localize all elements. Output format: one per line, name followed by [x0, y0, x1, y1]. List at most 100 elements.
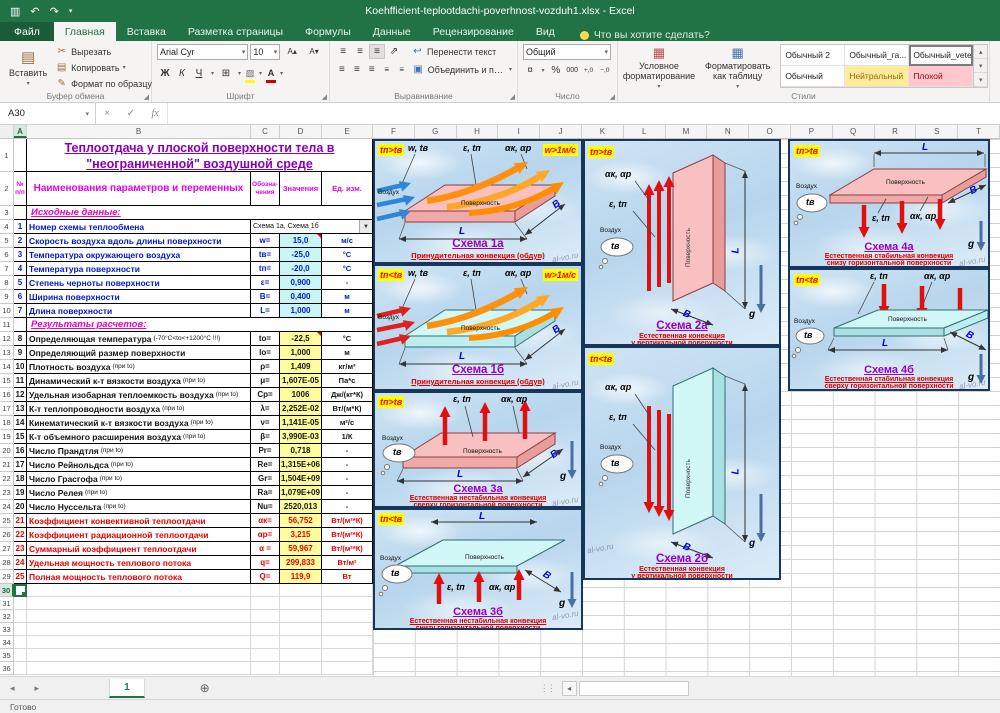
paste-button[interactable]: ▤ Вставить ▾ — [5, 44, 51, 91]
param-symbol-cell[interactable]: lо= — [251, 346, 280, 360]
underline-caret-icon[interactable]: ▾ — [208, 66, 217, 81]
cell[interactable] — [14, 597, 27, 610]
cell[interactable] — [27, 636, 251, 649]
param-value-cell[interactable]: 1,141E-05 — [280, 416, 322, 430]
param-value-cell[interactable]: -20,0 — [280, 262, 322, 276]
number-format-select[interactable]: Общий▾ — [523, 44, 611, 60]
param-unit-cell[interactable]: - — [322, 276, 373, 290]
cell-style-item[interactable]: Нейтральный — [845, 66, 909, 87]
param-unit-cell[interactable]: м — [322, 304, 373, 318]
param-symbol-cell[interactable]: αр= — [251, 528, 280, 542]
param-value-cell[interactable]: 3,215 — [280, 528, 322, 542]
param-value-cell[interactable]: 3,990E-03 — [280, 430, 322, 444]
param-value-cell[interactable]: 56,752 — [280, 514, 322, 528]
param-name-cell[interactable]: Число Релея(при tо) — [27, 486, 251, 500]
param-value-cell[interactable]: 119,9 — [280, 570, 322, 584]
borders-button[interactable]: ⊞ — [218, 66, 234, 81]
cell[interactable] — [322, 610, 373, 623]
param-symbol-cell[interactable]: ν= — [251, 416, 280, 430]
align-bottom-icon[interactable]: ≡ — [369, 44, 385, 59]
cell-style-item[interactable]: Обычный 2 — [781, 45, 845, 66]
cell[interactable] — [280, 636, 322, 649]
param-name-cell[interactable]: Ширина поверхности — [27, 290, 251, 304]
param-name-cell[interactable]: К-т объемного расширения воздуха(при tо) — [27, 430, 251, 444]
ribbon-tab[interactable]: Файл — [0, 22, 54, 41]
cell[interactable] — [14, 610, 27, 623]
param-symbol-cell[interactable]: q= — [251, 556, 280, 570]
font-dialog-launcher-icon[interactable]: ◢ — [322, 93, 327, 101]
param-name-cell[interactable]: К-т теплопроводности воздуха(при tо) — [27, 402, 251, 416]
param-unit-cell[interactable]: Вт/(м²*К) — [322, 542, 373, 556]
row-header[interactable]: 24 — [0, 500, 14, 514]
row-header[interactable]: 15 — [0, 374, 14, 388]
section-label[interactable]: Исходные данные: — [27, 206, 373, 220]
row-header[interactable]: 35 — [0, 649, 14, 662]
param-unit-cell[interactable]: 1/К — [322, 430, 373, 444]
param-value-cell[interactable]: 2520,013 — [280, 500, 322, 514]
align-top-icon[interactable]: ≡ — [335, 44, 351, 59]
param-value-cell[interactable]: 0,718 — [280, 444, 322, 458]
param-symbol-cell[interactable]: Pr= — [251, 444, 280, 458]
sheet-tab[interactable]: 1 — [109, 679, 145, 698]
row-header[interactable]: 16 — [0, 388, 14, 402]
param-name-cell[interactable]: Число Грасгофа(при tо) — [27, 472, 251, 486]
row-header[interactable]: 17 — [0, 402, 14, 416]
column-header[interactable]: S — [916, 125, 958, 138]
param-number-cell[interactable]: 8 — [14, 332, 27, 346]
param-name-cell[interactable]: Суммарный коэффициент теплоотдачи — [27, 542, 251, 556]
cell[interactable] — [251, 597, 280, 610]
row-header[interactable]: 31 — [0, 597, 14, 610]
param-unit-cell[interactable]: - — [322, 486, 373, 500]
select-all-corner[interactable] — [0, 125, 14, 138]
column-header[interactable]: G — [415, 125, 457, 138]
param-value-cell[interactable]: -25,0 — [280, 248, 322, 262]
cell[interactable] — [251, 662, 280, 675]
header-cell[interactable]: Обозна- чения — [251, 172, 280, 206]
param-number-cell[interactable]: 10 — [14, 360, 27, 374]
column-header[interactable]: O — [749, 125, 791, 138]
cell[interactable] — [322, 662, 373, 675]
cell[interactable] — [27, 610, 251, 623]
cell[interactable] — [322, 584, 373, 597]
param-number-cell[interactable]: 7 — [14, 304, 27, 318]
ribbon-tab[interactable]: Вид — [525, 22, 566, 41]
shrink-font-button[interactable]: А▾ — [304, 44, 324, 59]
row-header[interactable]: 33 — [0, 623, 14, 636]
param-value-cell[interactable]: 0,400 — [280, 290, 322, 304]
sheet-nav-left-icon[interactable]: ◂ — [0, 683, 25, 694]
fill-color-button[interactable]: ▨ — [245, 63, 255, 83]
cell[interactable] — [27, 649, 251, 662]
grow-font-button[interactable]: А▴ — [282, 44, 302, 59]
cut-button[interactable]: ✂Вырезать — [55, 44, 152, 59]
param-symbol-cell[interactable]: β= — [251, 430, 280, 444]
param-name-cell[interactable]: Скорость воздуха вдоль длины поверхности — [27, 234, 251, 248]
row-header[interactable]: 11 — [0, 318, 14, 332]
comma-style-button[interactable]: 000 — [565, 63, 579, 78]
cell[interactable] — [14, 662, 27, 675]
hscroll-left-icon[interactable]: ◂ — [562, 681, 577, 696]
cell-style-item[interactable]: Обычный_veter — [909, 45, 973, 66]
param-unit-cell[interactable]: Вт/(м*К) — [322, 402, 373, 416]
decrease-decimal-icon[interactable]: −,0 — [598, 63, 612, 78]
cell[interactable] — [251, 623, 280, 636]
row-header[interactable]: 34 — [0, 636, 14, 649]
param-number-cell[interactable]: 5 — [14, 276, 27, 290]
row-header[interactable]: 22 — [0, 472, 14, 486]
param-symbol-cell[interactable]: tв= — [251, 248, 280, 262]
row-header[interactable]: 10 — [0, 304, 14, 318]
param-symbol-cell[interactable]: B= — [251, 290, 280, 304]
param-name-cell[interactable]: Число Прандтля(при tо) — [27, 444, 251, 458]
font-color-button[interactable]: А — [266, 63, 276, 83]
param-name-cell[interactable]: Динамический к-т вязкости воздуха(при tо… — [27, 374, 251, 388]
param-value-cell[interactable]: 1,079E+09 — [280, 486, 322, 500]
cell[interactable] — [14, 623, 27, 636]
param-symbol-cell[interactable]: ρ= — [251, 360, 280, 374]
enter-icon[interactable]: ✓ — [127, 108, 135, 119]
increase-indent-icon[interactable]: ≡ — [395, 62, 409, 77]
param-number-cell[interactable]: 12 — [14, 388, 27, 402]
percent-style-button[interactable]: % — [549, 63, 563, 78]
column-header[interactable]: T — [958, 125, 1000, 138]
param-value-cell[interactable]: -22,5 — [280, 332, 322, 346]
cell[interactable] — [280, 610, 322, 623]
row-header[interactable]: 29 — [0, 570, 14, 584]
